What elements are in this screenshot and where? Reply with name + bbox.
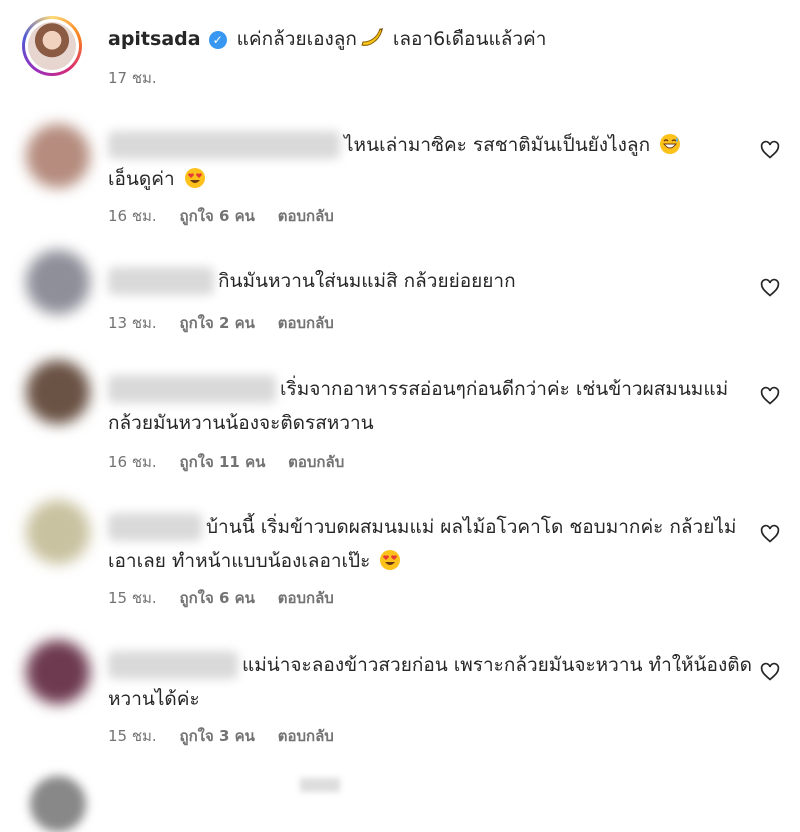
comment-time: 15 ชม. [108, 589, 157, 607]
verified-badge-icon: ✓ [208, 31, 227, 49]
comment-time: 13 ชม. [108, 314, 157, 332]
grinning-sweat-emoji-icon [660, 134, 681, 154]
banana-emoji-icon [361, 28, 383, 46]
heart-eyes-emoji-icon [184, 168, 205, 188]
comment-meta: 16 ชม. ถูกใจ 6 คน ตอบกลับ [108, 204, 352, 228]
post-caption: apitsada ✓ แค่กล้วยเองลูก เลอา6เดือนแล้วค… [108, 24, 546, 54]
comment-item: กินมันหวานใส่นมแม่สิ กล้วยย่อยยาก 13 ชม.… [22, 250, 782, 340]
comment-likes[interactable]: ถูกใจ 6 คน [179, 207, 254, 225]
heart-outline-icon[interactable] [760, 386, 780, 406]
comment-meta: 15 ชม. ถูกใจ 6 คน ตอบกลับ [108, 586, 352, 610]
commenter-avatar[interactable] [26, 360, 90, 424]
comment-time: 16 ชม. [108, 207, 157, 225]
commenter-avatar[interactable] [26, 640, 90, 704]
post-header: apitsada ✓ แค่กล้วยเองลูก เลอา6เดือนแล้วค… [22, 16, 782, 96]
comment-likes[interactable]: ถูกใจ 2 คน [179, 314, 254, 332]
heart-outline-icon[interactable] [760, 662, 780, 682]
caption-text-1: แค่กล้วยเองลูก [236, 28, 357, 50]
comment-item: เริ่มจากอาหารรสอ่อนๆก่อนดีกว่าค่ะ เช่นข้… [22, 358, 782, 478]
comment-text: เริ่มจากอาหารรสอ่อนๆก่อนดีกว่าค่ะ เช่นข้… [108, 372, 756, 440]
post-timestamp: 17 ชม. [108, 69, 157, 87]
reply-button[interactable]: ตอบกลับ [278, 314, 334, 332]
comment-time: 15 ชม. [108, 727, 157, 745]
commenter-username-blurred[interactable] [108, 131, 340, 159]
heart-eyes-emoji-icon [380, 550, 401, 570]
comment-meta: 16 ชม. ถูกใจ 11 คน ตอบกลับ [108, 450, 362, 474]
heart-outline-icon[interactable] [760, 524, 780, 544]
commenter-username-blurred[interactable] [108, 267, 214, 295]
comment-text: ไหนเล่ามาซิคะ รสชาติมันเป็นยังไงลูก เอ็น… [108, 128, 756, 196]
next-comment-avatar-partial [30, 776, 86, 832]
comment-item: แม่น่าจะลองข้าวสวยก่อน เพราะกล้วยมันจะหว… [22, 634, 782, 754]
comment-meta: 15 ชม. ถูกใจ 3 คน ตอบกลับ [108, 724, 352, 748]
author-avatar[interactable] [22, 16, 82, 76]
comment-meta: 13 ชม. ถูกใจ 2 คน ตอบกลับ [108, 311, 352, 335]
comment-likes[interactable]: ถูกใจ 3 คน [179, 727, 254, 745]
commenter-username-blurred[interactable] [108, 513, 202, 541]
commenter-avatar[interactable] [26, 500, 90, 564]
comment-text: บ้านนี้ เริ่มข้าวบดผสมนมแม่ ผลไม้อโวคาโด… [108, 510, 756, 578]
heart-outline-icon[interactable] [760, 278, 780, 298]
comment-text-line2: เอ็นดูค่า [108, 168, 175, 190]
heart-outline-icon[interactable] [760, 140, 780, 160]
comment-text-full: บ้านนี้ เริ่มข้าวบดผสมนมแม่ ผลไม้อโวคาโด… [108, 516, 737, 572]
comment-likes[interactable]: ถูกใจ 11 คน [179, 453, 265, 471]
comment-text: กินมันหวานใส่นมแม่สิ กล้วยย่อยยาก [108, 264, 756, 298]
comment-time: 16 ชม. [108, 453, 157, 471]
comment-item: ไหนเล่ามาซิคะ รสชาติมันเป็นยังไงลูก เอ็น… [22, 118, 782, 228]
reply-button[interactable]: ตอบกลับ [288, 453, 344, 471]
commenter-username-blurred[interactable] [108, 651, 238, 679]
caption-text-2: เลอา6เดือนแล้วค่า [392, 28, 547, 50]
post-username[interactable]: apitsada [108, 28, 201, 50]
reply-button[interactable]: ตอบกลับ [278, 589, 334, 607]
comment-likes[interactable]: ถูกใจ 6 คน [179, 589, 254, 607]
commenter-avatar[interactable] [26, 250, 90, 314]
commenter-avatar[interactable] [26, 124, 90, 188]
commenter-username-blurred[interactable] [108, 375, 276, 403]
comment-item: บ้านนี้ เริ่มข้าวบดผสมนมแม่ ผลไม้อโวคาโด… [22, 496, 782, 616]
comment-text-line1: กินมันหวานใส่นมแม่สิ กล้วยย่อยยาก [218, 270, 516, 292]
reply-button[interactable]: ตอบกลับ [278, 727, 334, 745]
comment-text-line1: ไหนเล่ามาซิคะ รสชาติมันเป็นยังไงลูก [344, 134, 651, 156]
reply-button[interactable]: ตอบกลับ [278, 207, 334, 225]
comment-text: แม่น่าจะลองข้าวสวยก่อน เพราะกล้วยมันจะหว… [108, 648, 756, 716]
